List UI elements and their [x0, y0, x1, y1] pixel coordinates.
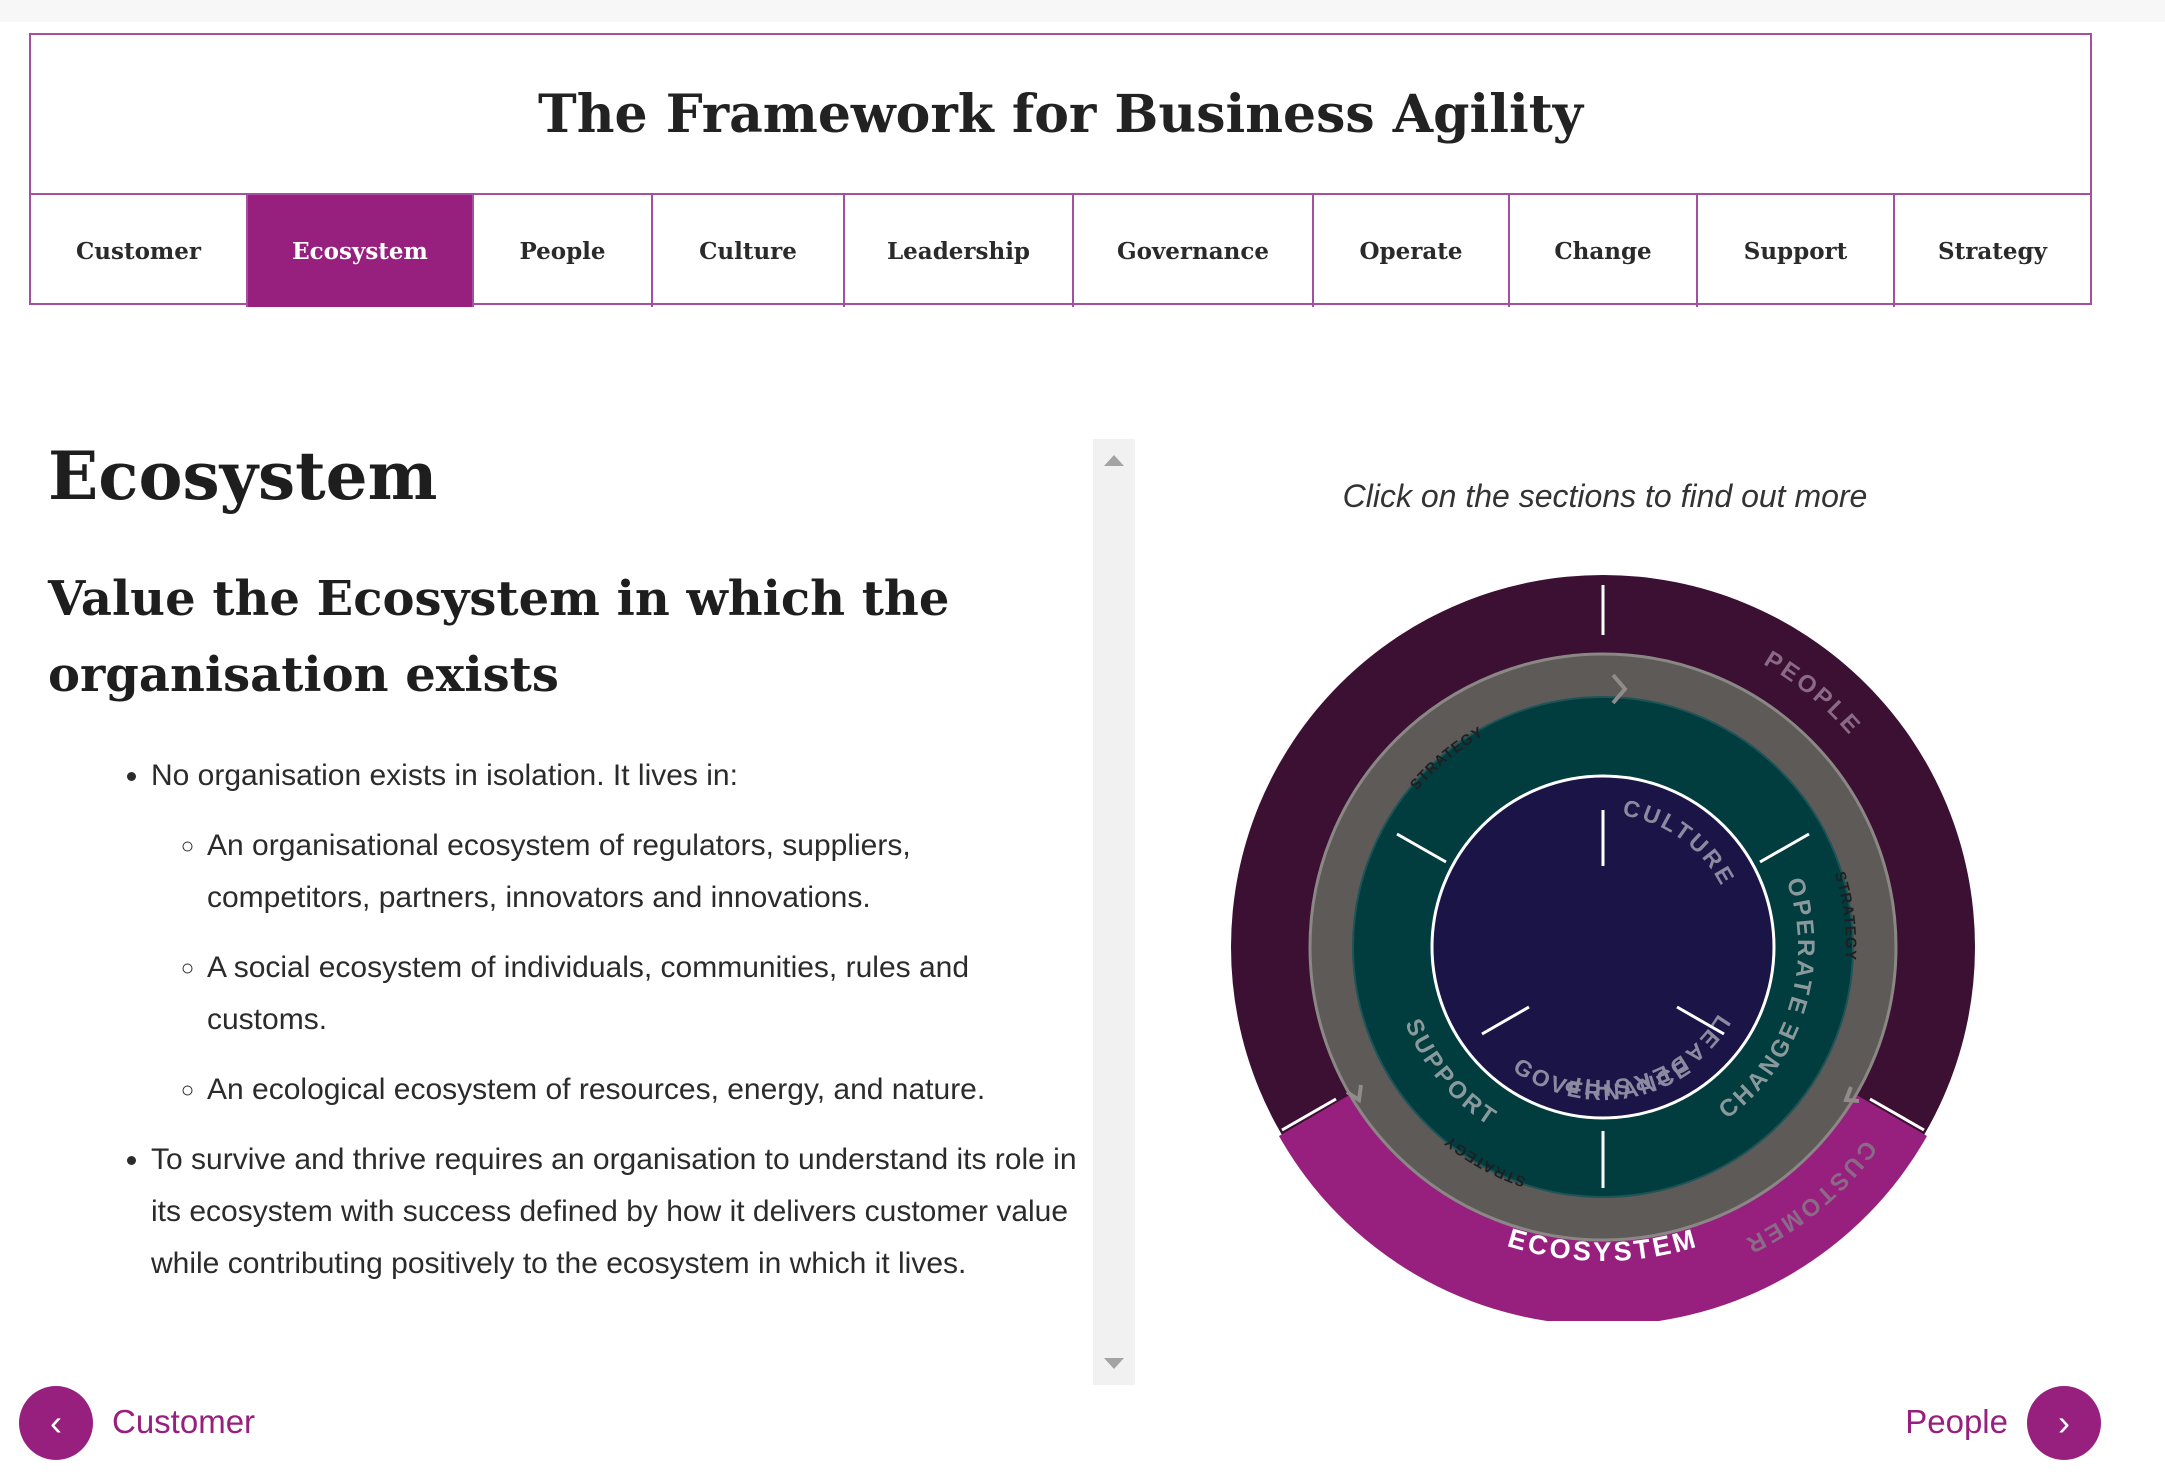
next-button[interactable]: › [2027, 1386, 2101, 1460]
chevron-right-icon: › [2058, 1402, 2070, 1443]
tab-bar: Customer Ecosystem People Culture Leader… [31, 193, 2090, 307]
bullet-text: No organisation exists in isolation. It … [151, 759, 738, 793]
sub-list: An organisational ecosystem of regulator… [151, 820, 1078, 1116]
chevron-left-icon: ‹ [50, 1402, 62, 1443]
scroll-down-arrow-icon[interactable] [1104, 1358, 1124, 1369]
framework-wheel: PEOPLE CUSTOMER ECOSYSTEM STRATEGY STRAT… [1231, 575, 1975, 1321]
framework-header: The Framework for Business Agility Custo… [29, 33, 2092, 307]
tab-customer[interactable]: Customer [31, 195, 248, 307]
content-list: No organisation exists in isolation. It … [48, 750, 1078, 1290]
tab-leadership[interactable]: Leadership [845, 195, 1074, 307]
tab-governance[interactable]: Governance [1074, 195, 1314, 307]
page-title: The Framework for Business Agility [538, 83, 1583, 145]
tab-people[interactable]: People [474, 195, 653, 307]
tab-support[interactable]: Support [1698, 195, 1895, 307]
tab-ecosystem[interactable]: Ecosystem [248, 195, 474, 307]
prev-button[interactable]: ‹ [19, 1386, 93, 1460]
top-strip [0, 0, 2165, 22]
next-label[interactable]: People [1905, 1403, 2008, 1441]
tab-culture[interactable]: Culture [653, 195, 845, 307]
diagram-hint: Click on the sections to find out more [1342, 478, 1868, 514]
section-subheading: Value the Ecosystem in which the organis… [48, 570, 950, 704]
tab-strategy[interactable]: Strategy [1895, 195, 2090, 307]
scrollbar[interactable] [1093, 439, 1135, 1385]
content-panel: Ecosystem Value the Ecosystem in which t… [48, 440, 1078, 1306]
scroll-up-arrow-icon[interactable] [1104, 455, 1124, 466]
list-item: To survive and thrive requires an organi… [151, 1134, 1078, 1290]
tab-change[interactable]: Change [1510, 195, 1698, 307]
sub-list-item: A social ecosystem of individuals, commu… [207, 942, 1078, 1046]
section-heading: Ecosystem [48, 437, 438, 515]
list-item: No organisation exists in isolation. It … [151, 750, 1078, 1116]
sub-list-item: An ecological ecosystem of resources, en… [207, 1064, 1078, 1116]
tab-operate[interactable]: Operate [1314, 195, 1510, 307]
sub-list-item: An organisational ecosystem of regulator… [207, 820, 1078, 924]
prev-label[interactable]: Customer [112, 1403, 255, 1441]
